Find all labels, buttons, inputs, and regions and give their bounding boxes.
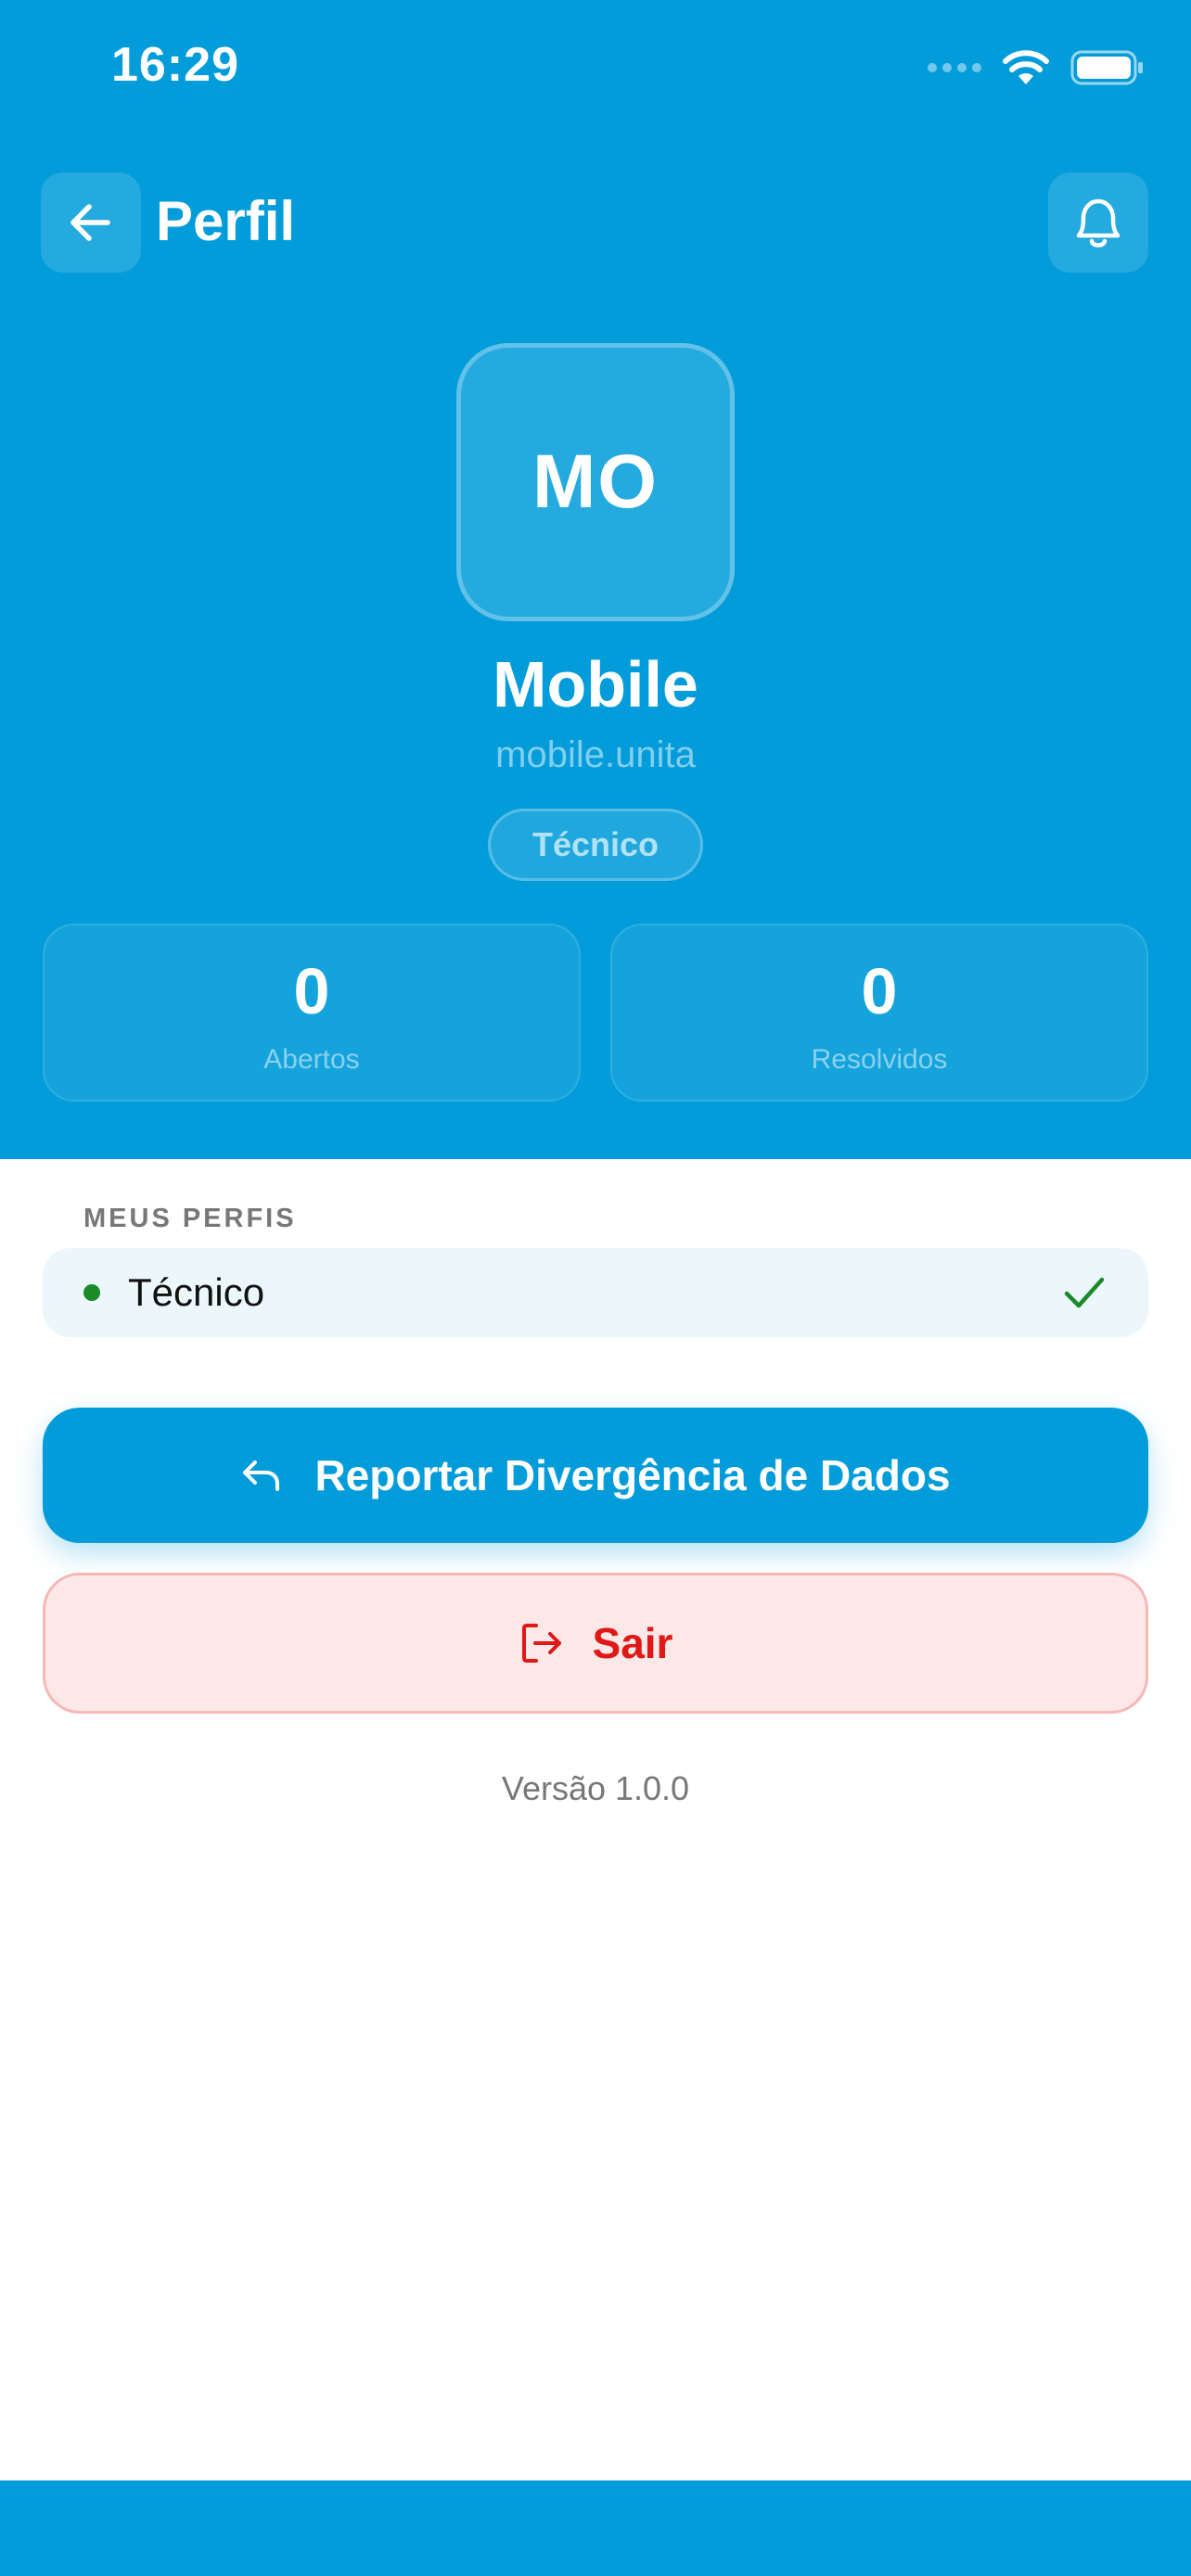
app-version: Versão 1.0.0 <box>501 1769 690 1807</box>
notifications-button[interactable] <box>1048 172 1148 273</box>
profile-name: Mobile <box>493 648 698 721</box>
check-icon <box>1064 1277 1105 1308</box>
profile-username: mobile.unita <box>495 734 696 775</box>
stat-card-resolvidos: 0 Resolvidos <box>610 924 1148 1102</box>
section-label-meus-perfis: MEUS PERFIS <box>83 1204 297 1233</box>
bell-icon <box>1076 198 1121 248</box>
status-icons <box>928 45 1145 91</box>
battery-icon <box>1070 50 1143 85</box>
back-button[interactable] <box>41 172 141 273</box>
avatar-initials: MO <box>531 440 660 524</box>
bottom-bar <box>0 2480 1191 2576</box>
stat-card-abertos: 0 Abertos <box>43 924 581 1102</box>
cellular-signal-icon <box>928 63 981 72</box>
page-title: Perfil <box>156 190 296 252</box>
logout-icon <box>521 1624 561 1663</box>
active-status-dot <box>83 1284 100 1301</box>
arrow-left-icon <box>70 204 110 241</box>
stat-value: 0 <box>293 955 330 1027</box>
status-bar: 16:29 <box>0 0 1191 139</box>
report-button-label: Reportar Divergência de Dados <box>314 1451 951 1499</box>
stat-value: 0 <box>861 955 898 1027</box>
role-badge-label: Técnico <box>531 825 660 863</box>
logout-button[interactable]: Sair <box>43 1573 1148 1714</box>
report-data-divergence-button[interactable]: Reportar Divergência de Dados <box>43 1408 1148 1543</box>
profile-item-label: Técnico <box>128 1270 265 1314</box>
profile-header: 16:29 Perfil MO Mobile mobile.unita Técn… <box>0 0 1191 1159</box>
profile-item-tecnico[interactable]: Técnico <box>43 1248 1148 1337</box>
stat-label: Abertos <box>263 1044 360 1075</box>
stat-label: Resolvidos <box>811 1044 948 1075</box>
reply-arrow-icon <box>243 1460 280 1491</box>
avatar: MO <box>456 343 735 621</box>
status-time: 16:29 <box>111 38 239 92</box>
logout-button-label: Sair <box>592 1619 673 1667</box>
role-badge: Técnico <box>488 809 703 881</box>
wifi-icon <box>1003 50 1049 84</box>
